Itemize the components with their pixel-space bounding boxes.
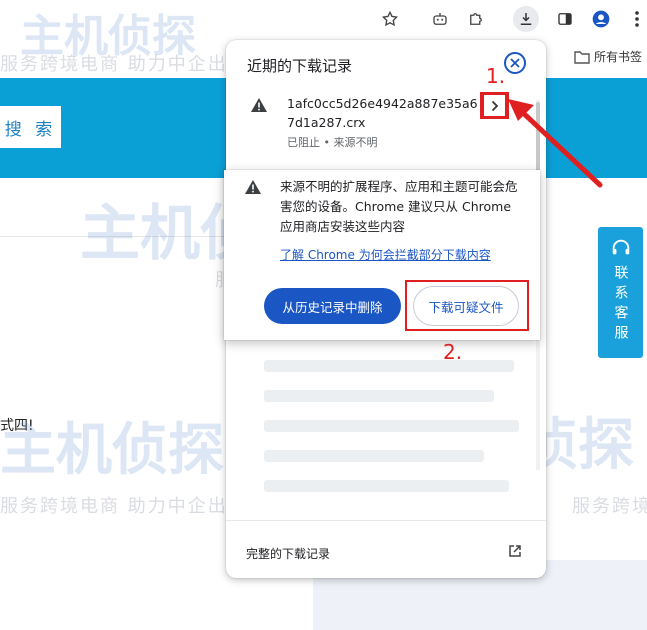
page-partial-text: 式四! bbox=[0, 418, 34, 434]
customer-service-button[interactable]: 联系客服 bbox=[598, 227, 643, 358]
browser-toolbar bbox=[0, 0, 647, 39]
download-icon[interactable] bbox=[513, 6, 539, 32]
downloads-title: 近期的下载记录 bbox=[247, 57, 353, 75]
close-button[interactable] bbox=[504, 52, 526, 74]
learn-more-link[interactable]: 了解 Chrome 为何会拦截部分下载内容 bbox=[280, 246, 491, 263]
close-icon bbox=[510, 58, 520, 68]
divider bbox=[0, 236, 225, 237]
list-item bbox=[264, 420, 519, 432]
watermark-slogan: 服务跨境电商 助力中企出海 bbox=[572, 496, 647, 517]
warning-message: 来源不明的扩展程序、应用和主题可能会危害您的设备。Chrome 建议只从 Chr… bbox=[280, 179, 518, 234]
list-item bbox=[264, 360, 514, 372]
watermark-slogan: 服务跨境电商 助力中企出海 bbox=[0, 496, 248, 517]
step-1-label: 1. bbox=[486, 64, 506, 88]
delete-from-history-button[interactable]: 从历史记录中删除 bbox=[264, 288, 401, 324]
all-bookmarks[interactable]: 所有书签 bbox=[574, 48, 642, 65]
folder-icon bbox=[574, 50, 590, 64]
sidepanel-icon[interactable] bbox=[552, 6, 578, 32]
search-button[interactable]: 搜 索 bbox=[0, 106, 61, 148]
footer-divider bbox=[226, 520, 546, 521]
full-history-link[interactable]: 完整的下载记录 bbox=[246, 545, 330, 562]
warning-icon bbox=[250, 97, 268, 117]
customer-service-label: 联系客服 bbox=[612, 265, 629, 345]
star-icon[interactable] bbox=[377, 6, 403, 32]
step-2-label: 2. bbox=[443, 340, 463, 364]
download-filename: 1afc0cc5d26e4942a887e35a67d1a287.crx bbox=[287, 96, 478, 130]
headset-icon bbox=[612, 239, 629, 255]
arrow-annotation bbox=[508, 99, 603, 188]
list-item bbox=[264, 390, 494, 402]
profile-icon[interactable] bbox=[588, 6, 614, 32]
warning-icon bbox=[244, 179, 262, 199]
open-in-new-icon[interactable] bbox=[508, 543, 522, 562]
list-item bbox=[264, 450, 484, 462]
download-status: 已阻止 • 来源不明 bbox=[287, 136, 378, 149]
extension-robot-icon[interactable] bbox=[427, 6, 453, 32]
highlight-box-step2 bbox=[405, 280, 529, 331]
all-bookmarks-label: 所有书签 bbox=[594, 50, 643, 64]
puzzle-icon[interactable] bbox=[463, 6, 489, 32]
menu-icon[interactable] bbox=[624, 6, 647, 32]
list-item bbox=[264, 480, 509, 492]
